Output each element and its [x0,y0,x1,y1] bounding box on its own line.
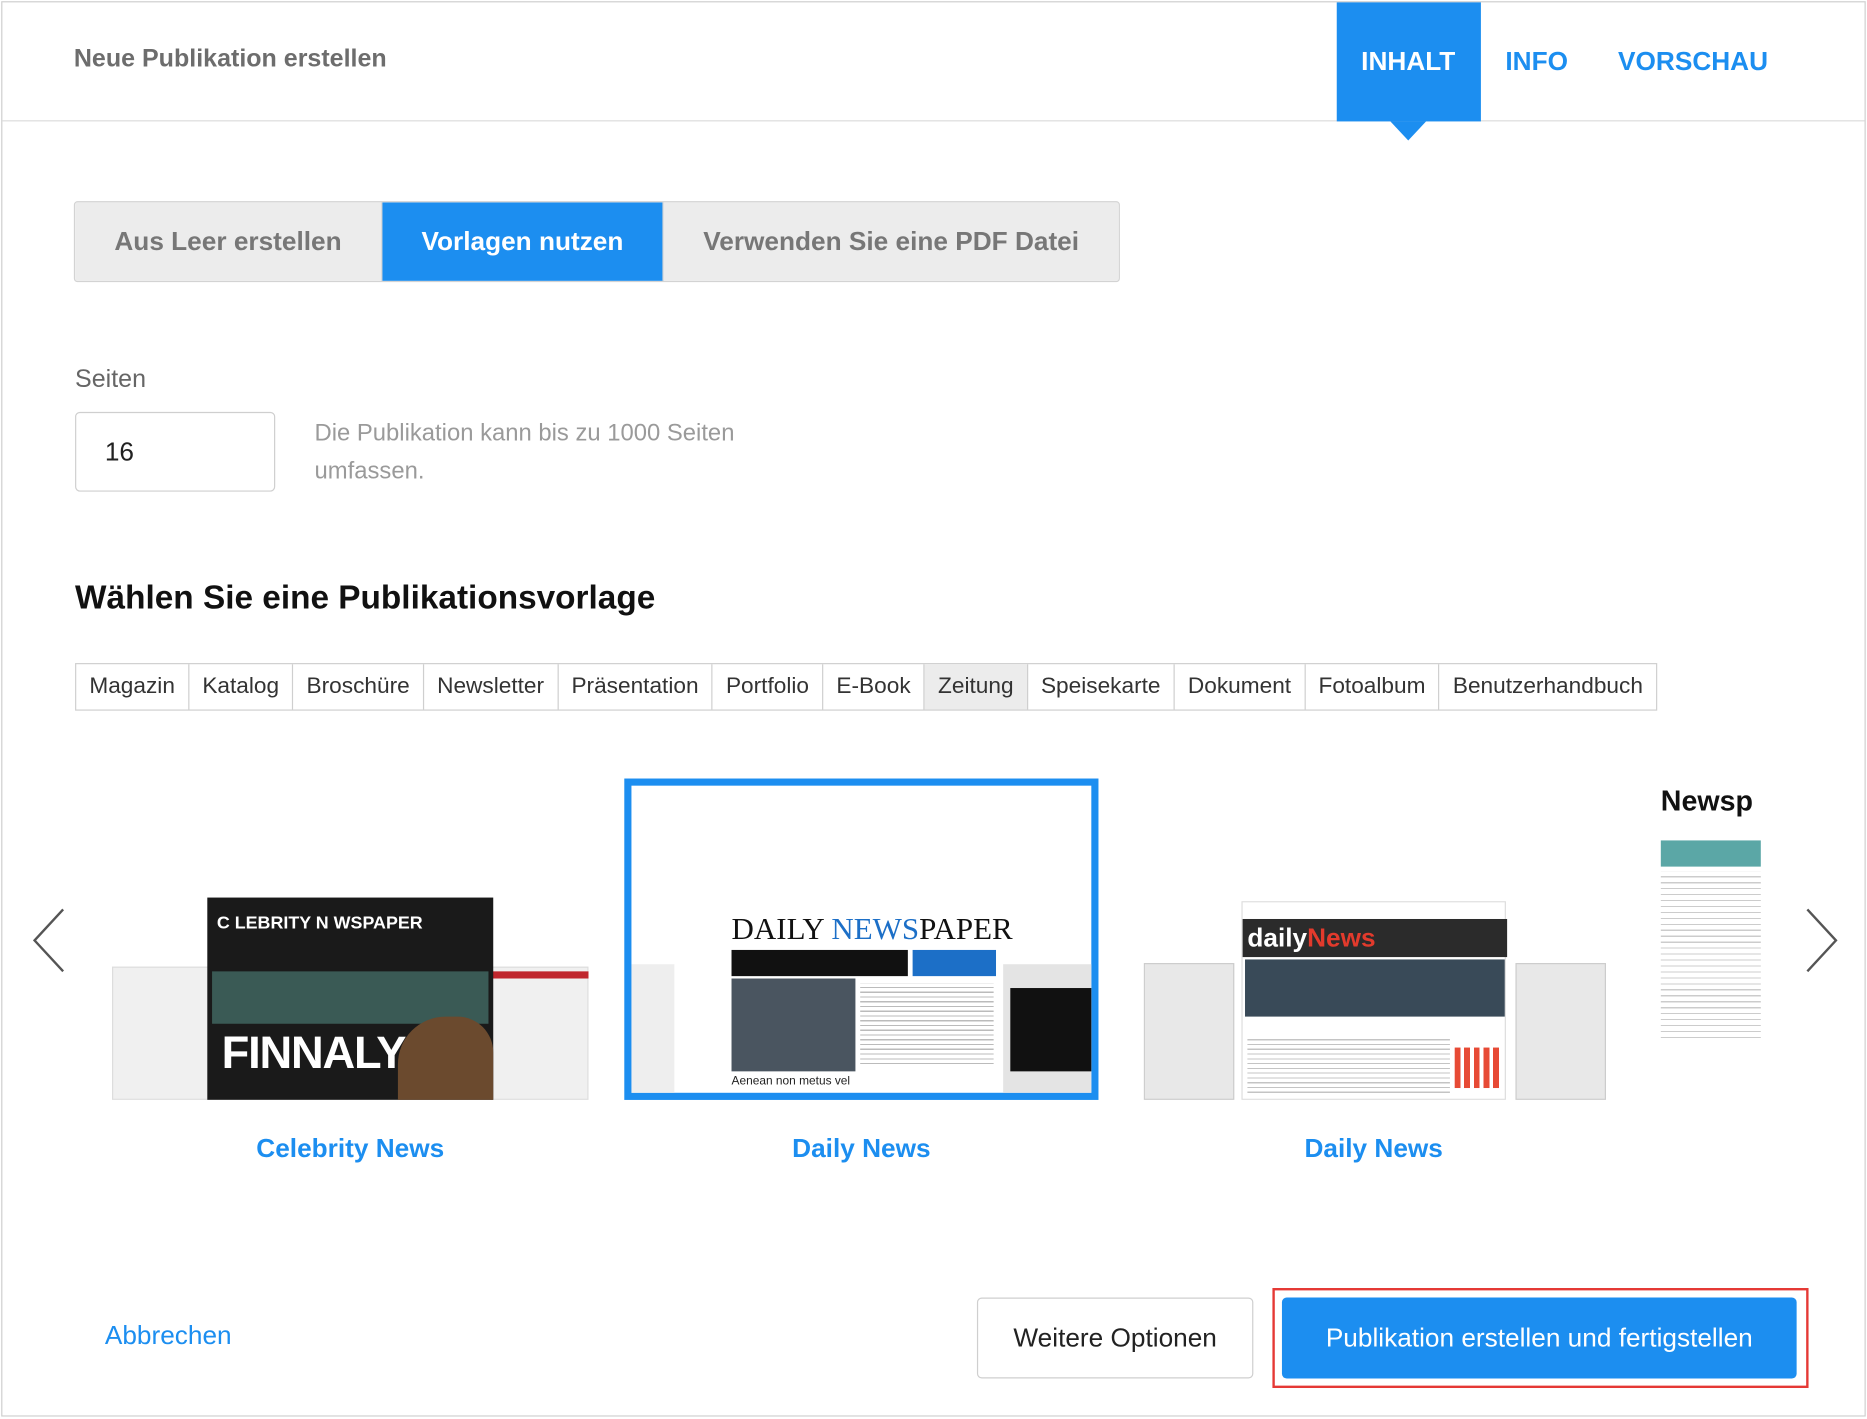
category-katalog[interactable]: Katalog [189,664,294,710]
category-broschuere[interactable]: Broschüre [293,664,425,710]
thumb-blue-bar [912,949,997,977]
category-ebook[interactable]: E-Book [823,664,925,710]
thumb-masthead: C LEBRITY N WSPAPER [216,913,423,934]
more-options-button[interactable]: Weitere Optionen [976,1297,1254,1379]
category-speisekarte[interactable]: Speisekarte [1028,664,1175,710]
create-publication-button[interactable]: Publikation erstellen und fertigstellen [1281,1297,1797,1379]
mode-pdf-button[interactable]: Verwenden Sie eine PDF Datei [663,202,1119,281]
thumb-page-left [631,964,675,1093]
thumb-page-left [111,966,210,1100]
category-fotoalbum[interactable]: Fotoalbum [1305,664,1440,710]
dialog-frame: Neue Publikation erstellen INHALT INFO V… [1,1,1866,1417]
category-bar: Magazin Katalog Broschüre Newsletter Prä… [75,663,1658,711]
tab-info[interactable]: INFO [1480,2,1593,121]
template-label-daily-news-1[interactable]: Daily News [624,1133,1098,1164]
pages-label: Seiten [75,365,147,393]
thumb-bottom-text: Aenean non metus vel [731,1074,851,1089]
thumb-mast-daily: daily [1247,922,1308,953]
template-thumbnail-daily-news-2[interactable]: dailyNews [1143,901,1607,1100]
category-zeitung[interactable]: Zeitung [924,664,1028,710]
create-button-highlight: Publikation erstellen und fertigstellen [1272,1288,1809,1389]
cancel-link[interactable]: Abbrechen [105,1320,232,1351]
thumb-cover: dailyNews [1241,901,1508,1100]
thumb-masthead: Newsp [1660,785,1753,818]
thumb-page-right [1515,963,1607,1100]
thumb-accent-bar [490,971,589,979]
top-tabs: INHALT INFO VORSCHAU [1336,2,1864,141]
template-thumbnail-partial[interactable]: Newsp [1658,778,1761,1047]
thumb-text-lines [860,983,994,1067]
template-label-celebrity-news[interactable]: Celebrity News [112,1133,589,1164]
thumb-photo-row [1245,959,1505,1017]
thumb-bar-chart [1454,1047,1503,1089]
thumb-page-right [490,966,589,1100]
thumb-bear-image [397,1016,494,1100]
mode-templates-button[interactable]: Vorlagen nutzen [382,202,664,281]
tab-vorschau[interactable]: VORSCHAU [1593,2,1793,121]
thumb-text-lines [1247,1035,1450,1096]
template-label-daily-news-2[interactable]: Daily News [1137,1133,1611,1164]
thumb-headline: FINNALY [221,1028,407,1079]
thumb-cover: C LEBRITY N WSPAPER FINNALY [207,897,494,1100]
thumb-text-lines [1660,871,1761,1039]
thumb-black-bar [731,949,908,977]
carousel-prev-chevron-left-icon[interactable] [31,907,67,974]
template-thumbnail-celebrity-news[interactable]: C LEBRITY N WSPAPER FINNALY [111,895,589,1100]
thumb-logo-news: NEWS [831,911,920,947]
thumb-logo-daily: DAILY [731,911,832,947]
category-newsletter[interactable]: Newsletter [424,664,559,710]
thumb-city-photo [731,978,856,1072]
carousel-next-chevron-right-icon[interactable] [1804,907,1840,974]
category-praesentation[interactable]: Präsentation [558,664,713,710]
thumb-logo: DAILY NEWSPAPER [732,912,1013,948]
category-portfolio[interactable]: Portfolio [713,664,824,710]
pages-hint: Die Publikation kann bis zu 1000 Seiten … [314,420,735,485]
thumb-logo-paper: PAPER [919,911,1013,947]
tab-inhalt[interactable]: INHALT [1336,2,1481,141]
category-dokument[interactable]: Dokument [1175,664,1306,710]
thumb-page-left [1143,963,1235,1100]
dialog-header: Neue Publikation erstellen INHALT INFO V… [2,2,1865,141]
mode-switch: Aus Leer erstellen Vorlagen nutzen Verwe… [73,201,1120,283]
thumb-teal-header [1660,840,1761,867]
template-section-title: Wählen Sie eine Publikationsvorlage [75,578,656,616]
category-benutzerhandbuch[interactable]: Benutzerhandbuch [1440,664,1656,709]
thumb-masthead: dailyNews [1242,918,1508,958]
thumb-dark-photo [1010,988,1092,1072]
template-thumbnail-daily-news-selected[interactable]: DAILY NEWSPAPER Aenean non metus vel [624,778,1099,1100]
category-magazin[interactable]: Magazin [76,664,190,710]
dialog-title: Neue Publikation erstellen [73,45,387,73]
mode-blank-button[interactable]: Aus Leer erstellen [75,202,383,281]
pages-input[interactable] [75,411,276,492]
thumb-mast-news: News [1307,922,1376,953]
